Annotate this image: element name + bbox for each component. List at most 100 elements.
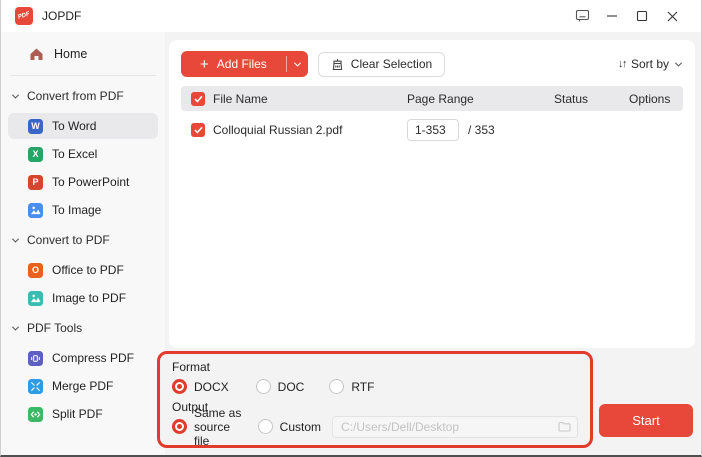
chevron-down-icon — [12, 235, 19, 242]
sidebar-item-compress-pdf[interactable]: Compress PDF — [8, 345, 158, 371]
sidebar-item-split-pdf[interactable]: Split PDF — [8, 401, 158, 427]
format-output-panel: Format DOCX DOC RTF Output Same as sourc… — [157, 351, 593, 448]
minimize-button[interactable] — [597, 3, 627, 29]
file-name: Colloquial Russian 2.pdf — [213, 123, 399, 137]
app-window: PDF JOPDF — [0, 0, 702, 457]
sidebar: Home Convert from PDF W To Word X To Exc… — [1, 32, 165, 455]
sidebar-item-label: To Excel — [52, 147, 97, 161]
image-icon — [28, 203, 43, 218]
sidebar-item-label: To Image — [52, 203, 101, 217]
split-icon — [28, 407, 43, 422]
titlebar: PDF JOPDF — [1, 0, 701, 32]
column-header-page-range: Page Range — [399, 92, 544, 106]
clear-selection-icon — [331, 58, 344, 71]
add-files-button[interactable]: + Add Files — [181, 51, 308, 77]
sidebar-item-label: Split PDF — [52, 407, 103, 421]
radio-doc[interactable] — [256, 379, 271, 394]
sort-by-button[interactable]: ↓↑ Sort by — [618, 57, 683, 71]
sidebar-item-to-word[interactable]: W To Word — [8, 113, 158, 139]
feedback-button[interactable] — [567, 3, 597, 29]
row-checkbox[interactable] — [191, 123, 205, 137]
sort-by-label: Sort by — [631, 57, 669, 71]
column-header-file-name: File Name — [213, 92, 399, 106]
add-files-dropdown-button[interactable] — [287, 51, 308, 77]
sort-icon: ↓↑ — [618, 58, 626, 70]
radio-docx[interactable] — [172, 379, 187, 394]
minimize-icon — [606, 10, 618, 22]
sidebar-home-label: Home — [54, 47, 87, 61]
custom-path-wrap — [332, 416, 578, 438]
sidebar-item-image-to-pdf[interactable]: Image to PDF — [8, 285, 158, 311]
close-icon — [667, 11, 678, 22]
sidebar-item-to-image[interactable]: To Image — [8, 197, 158, 223]
check-icon — [194, 126, 203, 134]
app-logo-text: PDF — [17, 11, 30, 20]
check-icon — [194, 95, 203, 103]
sidebar-item-label: To Word — [52, 119, 96, 133]
radio-same-as-source-label[interactable]: Same as source file — [194, 406, 244, 448]
page-range-input[interactable] — [407, 119, 459, 141]
select-all-checkbox[interactable] — [191, 92, 205, 106]
radio-doc-label[interactable]: DOC — [278, 380, 305, 394]
sidebar-item-to-excel[interactable]: X To Excel — [8, 141, 158, 167]
home-icon — [29, 47, 44, 61]
radio-docx-label[interactable]: DOCX — [194, 380, 229, 394]
plus-icon: + — [200, 57, 209, 72]
app-title: JOPDF — [42, 9, 81, 23]
word-icon: W — [28, 119, 43, 134]
table-header: File Name Page Range Status Options — [181, 86, 683, 111]
sidebar-section-label: Convert to PDF — [27, 233, 110, 247]
column-header-status: Status — [544, 92, 619, 106]
toolbar: + Add Files Clear Selection — [181, 48, 683, 80]
chevron-down-icon — [294, 59, 301, 66]
image-icon — [28, 291, 43, 306]
chevron-down-icon — [12, 91, 19, 98]
sidebar-item-label: Compress PDF — [52, 351, 134, 365]
office-icon: O — [28, 263, 43, 278]
sidebar-section-label: Convert from PDF — [27, 89, 124, 103]
table-row[interactable]: Colloquial Russian 2.pdf / 353 — [181, 114, 683, 146]
sidebar-item-home[interactable]: Home — [1, 38, 165, 70]
app-logo-icon: PDF — [15, 7, 33, 25]
column-header-options: Options — [619, 92, 673, 106]
add-files-main[interactable]: + Add Files — [181, 51, 286, 77]
sidebar-section-convert-from-pdf[interactable]: Convert from PDF — [1, 81, 165, 111]
output-options-row: Same as source file Custom — [172, 416, 578, 437]
page-total: / 353 — [468, 123, 495, 137]
sidebar-section-label: PDF Tools — [27, 321, 82, 335]
merge-icon — [28, 379, 43, 394]
sidebar-item-office-to-pdf[interactable]: O Office to PDF — [8, 257, 158, 283]
chevron-down-icon — [12, 323, 19, 330]
sidebar-item-label: To PowerPoint — [52, 175, 129, 189]
sidebar-divider — [10, 75, 156, 76]
compress-icon — [28, 351, 43, 366]
window-controls — [567, 3, 687, 29]
folder-icon[interactable] — [558, 421, 571, 432]
radio-custom-label[interactable]: Custom — [280, 420, 321, 434]
format-options-row: DOCX DOC RTF — [172, 376, 578, 397]
sidebar-item-label: Image to PDF — [52, 291, 126, 305]
chevron-down-icon — [675, 59, 682, 66]
clear-selection-button[interactable]: Clear Selection — [318, 52, 445, 77]
feedback-icon — [575, 9, 590, 23]
custom-path-input[interactable] — [332, 416, 578, 438]
clear-selection-label: Clear Selection — [351, 57, 432, 71]
format-label: Format — [172, 358, 578, 376]
maximize-icon — [636, 10, 648, 22]
sidebar-section-pdf-tools[interactable]: PDF Tools — [1, 313, 165, 343]
sidebar-item-label: Office to PDF — [52, 263, 124, 277]
radio-rtf[interactable] — [329, 379, 344, 394]
sidebar-item-to-powerpoint[interactable]: P To PowerPoint — [8, 169, 158, 195]
maximize-button[interactable] — [627, 3, 657, 29]
sidebar-section-convert-to-pdf[interactable]: Convert to PDF — [1, 225, 165, 255]
file-list-panel: + Add Files Clear Selection — [169, 40, 695, 348]
sidebar-item-label: Merge PDF — [52, 379, 113, 393]
radio-same-as-source[interactable] — [172, 419, 187, 434]
radio-custom[interactable] — [258, 419, 273, 434]
sidebar-item-merge-pdf[interactable]: Merge PDF — [8, 373, 158, 399]
excel-icon: X — [28, 147, 43, 162]
powerpoint-icon: P — [28, 175, 43, 190]
start-button[interactable]: Start — [599, 404, 693, 437]
radio-rtf-label[interactable]: RTF — [351, 380, 374, 394]
close-button[interactable] — [657, 3, 687, 29]
